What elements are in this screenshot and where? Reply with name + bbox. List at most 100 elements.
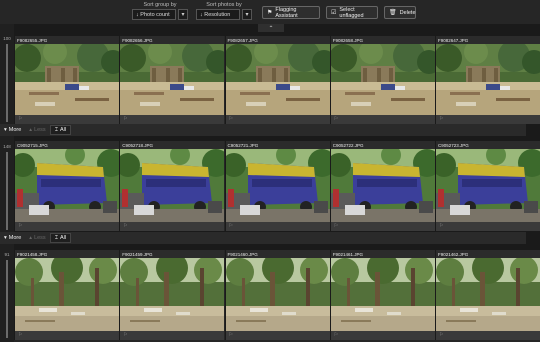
chevron-down-icon: ▾ bbox=[4, 127, 7, 133]
photo-thumbnail[interactable]: C9052723.JPG ⚐ bbox=[435, 141, 540, 231]
photo-thumbnail[interactable]: C9052718.JPG ⚐ bbox=[119, 141, 225, 231]
expand-all-icon: ⌶ bbox=[54, 234, 58, 241]
photo-filename: F9082656.JPG bbox=[120, 36, 225, 44]
photo-thumbnail[interactable]: F9082655.JPG ⚐ bbox=[14, 36, 119, 124]
photo-image bbox=[225, 258, 330, 331]
group-expand-bar: ▾ More ▴ Less ⌶ All bbox=[0, 232, 526, 244]
sort-group-by-dropdown[interactable]: ▾ bbox=[178, 9, 188, 20]
photo-image bbox=[330, 149, 435, 222]
flagging-assistant-button[interactable]: ⚑ Flagging Assistant bbox=[262, 6, 320, 19]
group-gutter: 100 148 91 bbox=[0, 24, 14, 342]
expand-all-icon: ⌶ bbox=[54, 126, 58, 133]
chevron-up-icon: ▴ bbox=[29, 235, 33, 241]
photo-thumbnail[interactable]: F9082658.JPG ⚐ bbox=[329, 36, 435, 124]
thumbnail-row: C9052715.JPG ⚐ C9052718.JPG ⚐ C9052721.J… bbox=[14, 141, 540, 231]
flag-toggle-icon[interactable]: ⚐ bbox=[18, 223, 22, 229]
flag-toggle-icon[interactable]: ⚐ bbox=[334, 332, 338, 338]
all-button[interactable]: ⌶ All bbox=[49, 125, 72, 135]
flag-toggle-icon[interactable]: ⚐ bbox=[18, 116, 22, 122]
photo-image bbox=[436, 258, 540, 331]
checkbox-icon: ☑ bbox=[331, 10, 337, 16]
collapse-toolbar-button[interactable]: ⌃ bbox=[258, 24, 284, 32]
flag-toggle-icon[interactable]: ⚐ bbox=[123, 223, 127, 229]
group-count: 148 bbox=[3, 144, 11, 149]
chevron-down-icon: ▾ bbox=[4, 235, 7, 241]
trash-icon: 🗑 bbox=[389, 10, 397, 16]
sort-group-by-label: Sort group by bbox=[143, 2, 177, 8]
all-label: All bbox=[60, 127, 67, 133]
sort-photos-by-dropdown[interactable]: ▾ bbox=[242, 9, 252, 20]
thumbnail-row: F9021458.JPG ⚐ F9021459.JPG ⚐ F9021460.J… bbox=[14, 250, 540, 340]
chevron-up-icon: ▴ bbox=[29, 127, 33, 133]
chevron-up-icon: ⌃ bbox=[268, 25, 274, 32]
more-button[interactable]: ▾ More bbox=[0, 125, 25, 135]
photo-thumbnail[interactable]: F9021458.JPG ⚐ bbox=[14, 250, 119, 340]
photo-thumbnail[interactable]: F9021459.JPG ⚐ bbox=[119, 250, 225, 340]
sort-photos-by-select[interactable]: ↓ Resolution bbox=[196, 9, 240, 20]
photo-thumbnail[interactable]: F9082647.JPG ⚐ bbox=[435, 36, 540, 124]
photo-image bbox=[330, 44, 435, 115]
photo-filename: C9052723.JPG bbox=[436, 141, 540, 149]
flag-toggle-icon[interactable]: ⚐ bbox=[334, 116, 338, 122]
photo-thumbnail[interactable]: F9021462.JPG ⚐ bbox=[435, 250, 540, 340]
flag-toggle-icon[interactable]: ⚐ bbox=[123, 116, 127, 122]
photo-image bbox=[120, 149, 225, 222]
photo-thumbnail[interactable]: F9021460.JPG ⚐ bbox=[224, 250, 330, 340]
photo-thumbnail[interactable]: C9052721.JPG ⚐ bbox=[224, 141, 330, 231]
photo-image bbox=[120, 44, 225, 115]
flag-icon: ⚑ bbox=[267, 10, 273, 16]
more-button[interactable]: ▾ More bbox=[0, 233, 25, 243]
photo-filename: C9052722.JPG bbox=[330, 141, 435, 149]
photo-group: F9082655.JPG ⚐ F9082656.JPG ⚐ F9082657.J… bbox=[14, 36, 540, 124]
photo-filename: C9052718.JPG bbox=[120, 141, 225, 149]
photo-thumbnail[interactable]: F9082656.JPG ⚐ bbox=[119, 36, 225, 124]
group-expand-bar: ▾ More ▴ Less ⌶ All bbox=[0, 124, 526, 136]
photo-filename: F9021462.JPG bbox=[436, 250, 540, 258]
all-button[interactable]: ⌶ All bbox=[49, 233, 72, 243]
flag-toggle-icon[interactable]: ⚐ bbox=[123, 332, 127, 338]
flag-toggle-icon[interactable]: ⚐ bbox=[229, 223, 233, 229]
delete-button[interactable]: 🗑 Delete bbox=[384, 6, 416, 19]
flag-toggle-icon[interactable]: ⚐ bbox=[229, 116, 233, 122]
photo-image bbox=[436, 149, 540, 222]
photo-group: C9052715.JPG ⚐ C9052718.JPG ⚐ C9052721.J… bbox=[14, 141, 540, 231]
photo-image bbox=[15, 44, 119, 115]
photo-image bbox=[225, 44, 330, 115]
photo-thumbnail[interactable]: F9021461.JPG ⚐ bbox=[329, 250, 435, 340]
photo-filename: F9021461.JPG bbox=[330, 250, 435, 258]
photo-filename: F9021458.JPG bbox=[15, 250, 119, 258]
all-label: All bbox=[60, 235, 67, 241]
photo-thumbnail[interactable]: F9082657.JPG ⚐ bbox=[224, 36, 330, 124]
photo-filename: F9021459.JPG bbox=[120, 250, 225, 258]
photo-filename: C9052721.JPG bbox=[225, 141, 330, 149]
photo-filename: F9082655.JPG bbox=[15, 36, 119, 44]
photo-group: F9021458.JPG ⚐ F9021459.JPG ⚐ F9021460.J… bbox=[14, 250, 540, 342]
select-unflagged-button[interactable]: ☑ Select unflagged bbox=[326, 6, 378, 19]
less-label: Less bbox=[34, 235, 46, 241]
flag-toggle-icon[interactable]: ⚐ bbox=[439, 116, 443, 122]
delete-label: Delete bbox=[399, 9, 416, 16]
sort-group-by-select[interactable]: ↓ Photo count bbox=[132, 9, 176, 20]
flag-toggle-icon[interactable]: ⚐ bbox=[439, 332, 443, 338]
group-count: 91 bbox=[4, 252, 10, 257]
less-label: Less bbox=[34, 127, 46, 133]
photo-thumbnail[interactable]: C9052722.JPG ⚐ bbox=[329, 141, 435, 231]
photo-filename: C9052715.JPG bbox=[15, 141, 119, 149]
flag-toggle-icon[interactable]: ⚐ bbox=[334, 223, 338, 229]
photo-thumbnail[interactable]: C9052715.JPG ⚐ bbox=[14, 141, 119, 231]
photo-filename: F9021460.JPG bbox=[225, 250, 330, 258]
less-button[interactable]: ▴ Less bbox=[25, 125, 49, 135]
sort-group-by: Sort group by ↓ Photo count ▾ bbox=[132, 2, 188, 20]
group-range-bar bbox=[6, 152, 8, 230]
more-label: More bbox=[8, 235, 22, 241]
flag-toggle-icon[interactable]: ⚐ bbox=[439, 223, 443, 229]
photo-image bbox=[436, 44, 540, 115]
less-button[interactable]: ▴ Less bbox=[25, 233, 49, 243]
flag-toggle-icon[interactable]: ⚐ bbox=[229, 332, 233, 338]
photo-filename: F9082657.JPG bbox=[225, 36, 330, 44]
thumbnail-row: F9082655.JPG ⚐ F9082656.JPG ⚐ F9082657.J… bbox=[14, 36, 540, 124]
flagging-assistant-label: Flagging Assistant bbox=[275, 6, 298, 19]
photo-image bbox=[15, 258, 119, 331]
flag-toggle-icon[interactable]: ⚐ bbox=[18, 332, 22, 338]
photo-image bbox=[330, 258, 435, 331]
